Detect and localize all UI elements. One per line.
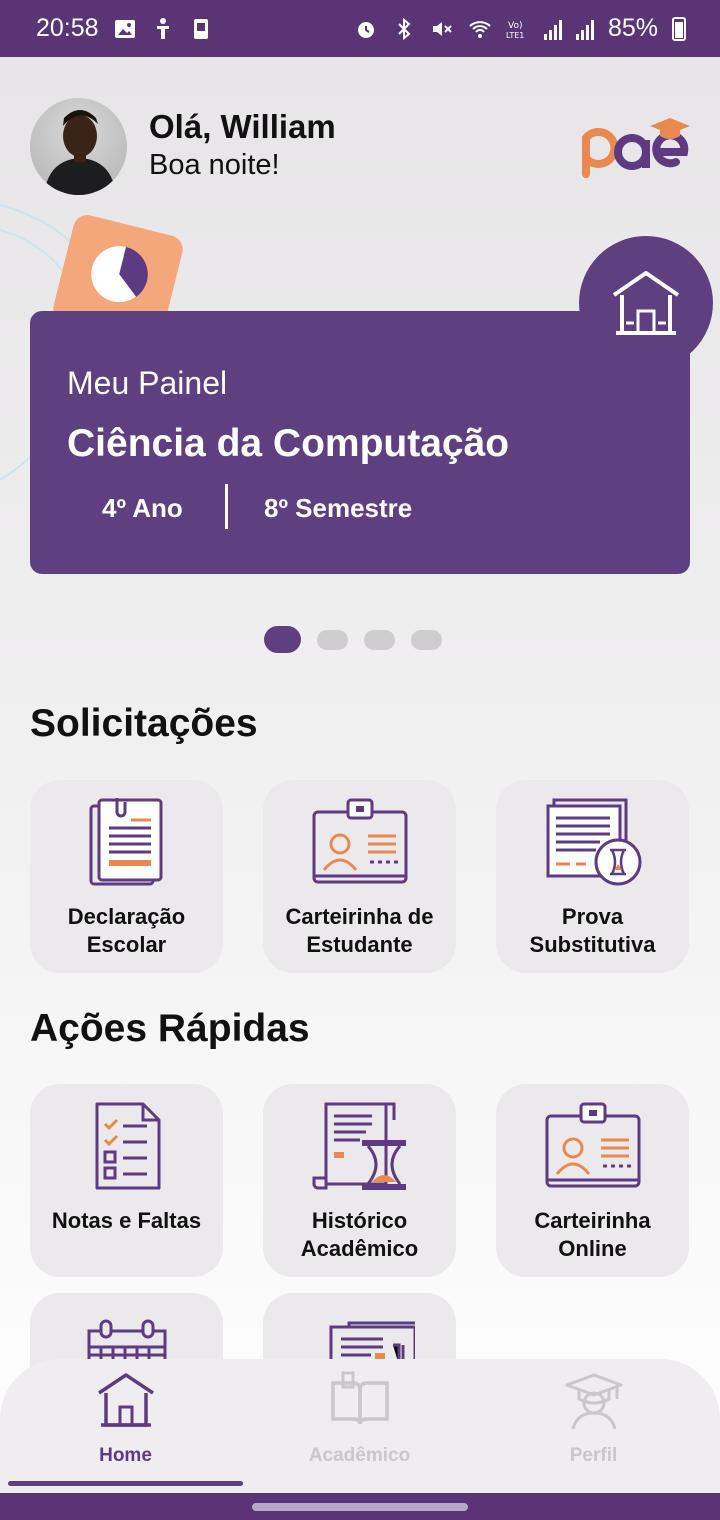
volte-icon: Vo)LTE1 — [506, 21, 524, 40]
gallery-icon — [114, 19, 135, 38]
battery-icon — [672, 16, 686, 41]
graduate-icon — [565, 1373, 622, 1430]
avatar[interactable] — [30, 98, 127, 195]
document-clip-icon — [89, 798, 162, 886]
panel-divider — [225, 484, 228, 529]
battery-percent: 85% — [607, 14, 658, 42]
gesture-handle[interactable] — [252, 1503, 468, 1511]
panel-semester: 8º Semestre — [264, 493, 413, 523]
checklist-icon — [95, 1102, 160, 1190]
signal-icon — [543, 18, 562, 40]
tile-carteirinha-online[interactable]: Carteirinha Online — [496, 1084, 689, 1277]
wifi-icon — [469, 20, 491, 38]
tile-label: Prova Substitutiva — [529, 904, 656, 957]
tile-declaracao-escolar[interactable]: Declaração Escolar — [30, 780, 223, 973]
carousel-dot-3[interactable] — [364, 629, 395, 650]
carousel-dot-1[interactable] — [264, 626, 301, 653]
panel-title: Meu Painel — [67, 365, 228, 401]
user-photo — [44, 110, 116, 195]
mute-icon — [432, 21, 452, 36]
panel-year: 4º Ano — [102, 493, 183, 523]
carousel-indicator — [264, 626, 442, 653]
tile-label: Histórico Acadêmico — [300, 1208, 419, 1261]
section-title-acoes-rapidas: Ações Rápidas — [30, 1007, 310, 1050]
tile-carteirinha-estudante[interactable]: Carteirinha de Estudante — [263, 780, 456, 973]
alarm-icon — [357, 21, 374, 38]
carousel-dot-4[interactable] — [411, 629, 442, 650]
nav-active-indicator — [8, 1481, 243, 1486]
greeting-subtitle: Boa noite! — [149, 149, 280, 181]
tile-label: Notas e Faltas — [51, 1208, 202, 1233]
dashboard-panel-card[interactable]: Meu Painel Ciência da Computação 4º Ano … — [30, 311, 690, 574]
system-navigation-bar — [0, 1493, 720, 1520]
tile-historico-academico[interactable]: Histórico Acadêmico — [263, 1084, 456, 1277]
svg-text:Vo): Vo) — [508, 21, 522, 31]
tile-label: Carteirinha Online — [534, 1208, 651, 1261]
panel-course: Ciência da Computação — [67, 422, 510, 465]
greeting-name: Olá, William — [149, 108, 336, 145]
panel-house-badge — [579, 236, 713, 370]
exam-hourglass-icon — [546, 798, 642, 886]
tile-label: Carteirinha de Estudante — [285, 904, 434, 957]
status-time: 20:58 — [36, 14, 99, 42]
bluetooth-icon — [398, 17, 411, 40]
carousel-dot-2[interactable] — [317, 629, 348, 650]
section-title-solicitacoes: Solicitações — [30, 702, 258, 745]
svg-text:LTE1: LTE1 — [506, 31, 524, 40]
tile-label: Declaração Escolar — [67, 904, 186, 957]
pae-logo — [582, 118, 690, 178]
bottom-navigation: Home Acadêmico Perfil — [0, 1359, 720, 1493]
nav-label-academico: Acadêmico — [308, 1445, 411, 1466]
house-icon — [612, 271, 680, 335]
book-icon — [330, 1371, 389, 1425]
nav-label-perfil: Perfil — [569, 1445, 618, 1466]
history-hourglass-icon — [312, 1102, 406, 1190]
status-bar: 20:58 Vo) LTE1 85% — [0, 0, 720, 57]
nav-item-academico[interactable]: Acadêmico — [242, 1369, 477, 1467]
house-icon — [97, 1373, 154, 1427]
nav-item-perfil[interactable]: Perfil — [476, 1369, 711, 1467]
tile-prova-substitutiva[interactable]: Prova Substitutiva — [496, 780, 689, 973]
id-card-icon — [545, 1102, 640, 1188]
accessibility-icon — [156, 17, 169, 39]
tile-notas-faltas[interactable]: Notas e Faltas — [30, 1084, 223, 1277]
nav-label-home: Home — [99, 1445, 152, 1466]
sim-icon — [193, 18, 208, 39]
pie-chart-icon — [91, 246, 148, 303]
nav-item-home[interactable]: Home — [8, 1369, 243, 1467]
signal-icon — [575, 18, 594, 40]
id-card-icon — [312, 798, 407, 884]
